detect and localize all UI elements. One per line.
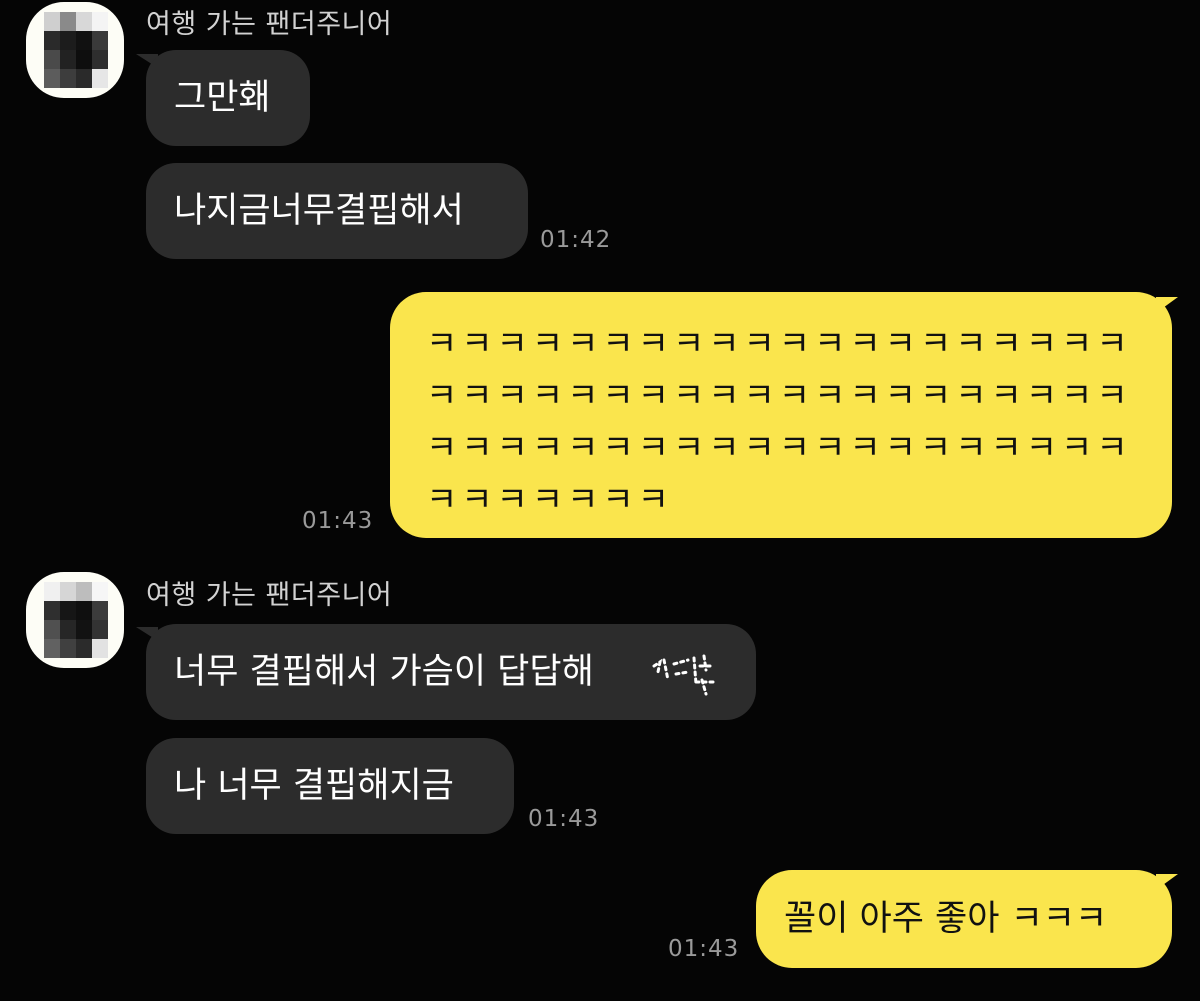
message-text: 그만홰 [174, 78, 271, 118]
chat-view[interactable]: 여행 가는 팬더주니어 그만홰 나지금너무결핍해서 01:42 ㅋㅋㅋㅋㅋㅋㅋㅋ… [0, 0, 1200, 1001]
sender-avatar[interactable] [26, 2, 124, 98]
pixelated-avatar-icon [44, 582, 108, 658]
message-bubble[interactable]: 나지금너무결핍해서 [146, 163, 528, 259]
message-timestamp: 01:43 [302, 508, 374, 534]
sender-name: 여행 가는 팬더주니어 [146, 9, 393, 40]
message-text: 나 너무 결핍해지금 [174, 766, 454, 806]
censored-scribble-icon [652, 654, 716, 696]
message-timestamp: 01:42 [540, 227, 612, 253]
message-bubble[interactable]: 너무 결핍해서 가슴이 답답해 [146, 624, 756, 720]
message-text: ㅋㅋㅋㅋㅋㅋㅋㅋㅋㅋㅋㅋㅋㅋㅋㅋㅋㅋㅋㅋ ㅋㅋㅋㅋㅋㅋㅋㅋㅋㅋㅋㅋㅋㅋㅋㅋㅋㅋㅋ… [426, 324, 1132, 520]
message-timestamp: 01:43 [528, 806, 600, 832]
message-bubble[interactable]: 꼴이 아주 좋아 ㅋㅋㅋ [756, 870, 1172, 968]
message-text: 나지금너무결핍해서 [174, 191, 464, 231]
message-bubble[interactable]: 그만홰 [146, 50, 310, 146]
message-text: 꼴이 아주 좋아 ㅋㅋㅋ [784, 899, 1108, 939]
message-timestamp: 01:43 [668, 936, 740, 962]
sender-name: 여행 가는 팬더주니어 [146, 580, 393, 611]
message-bubble[interactable]: ㅋㅋㅋㅋㅋㅋㅋㅋㅋㅋㅋㅋㅋㅋㅋㅋㅋㅋㅋㅋ ㅋㅋㅋㅋㅋㅋㅋㅋㅋㅋㅋㅋㅋㅋㅋㅋㅋㅋㅋ… [390, 292, 1172, 538]
message-text: 너무 결핍해서 가슴이 답답해 [174, 652, 594, 692]
sender-avatar[interactable] [26, 572, 124, 668]
message-bubble[interactable]: 나 너무 결핍해지금 [146, 738, 514, 834]
pixelated-avatar-icon [44, 12, 108, 88]
